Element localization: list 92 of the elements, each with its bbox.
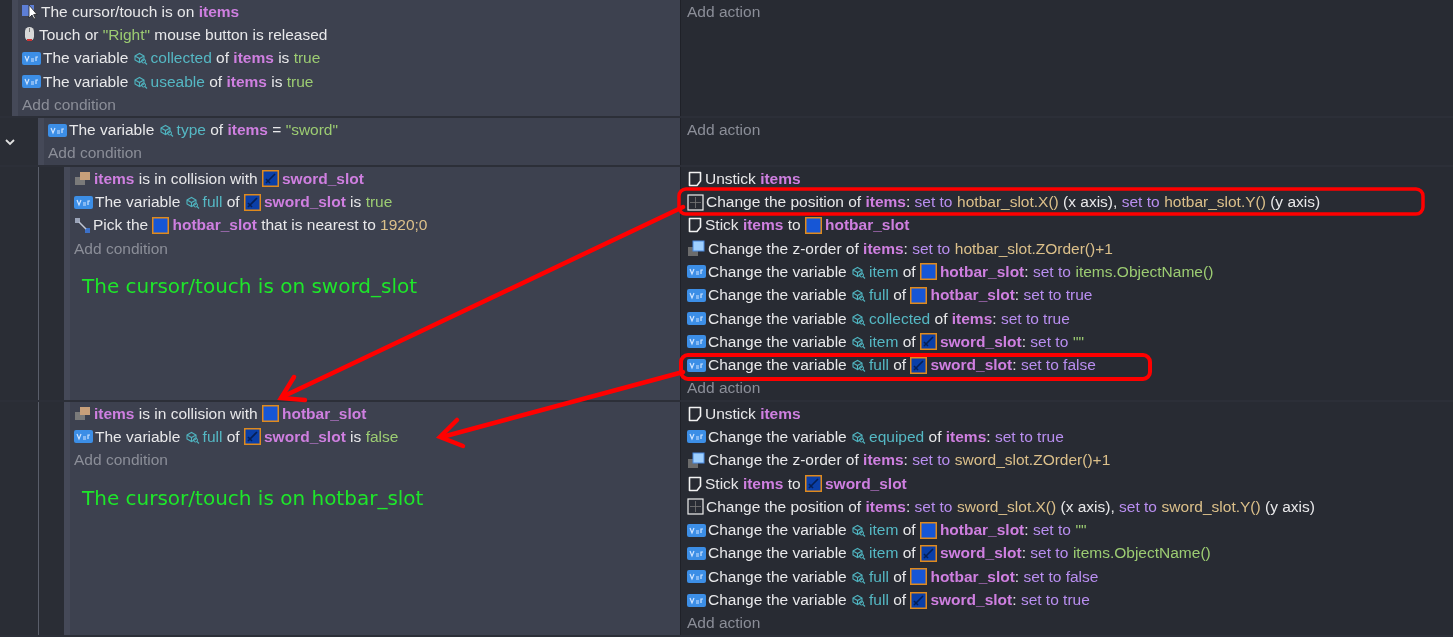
condition-row[interactable]: items is in collision with hotbar_slot: [74, 402, 680, 426]
slot-icon: [152, 216, 170, 234]
cursor-icon: [22, 3, 39, 21]
note-icon: [687, 170, 703, 187]
collision-icon: [74, 406, 92, 422]
action-row[interactable]: Stick items to hotbar_slot: [687, 213, 1453, 237]
sword-slot-icon: [910, 591, 928, 609]
note-icon: [687, 405, 703, 422]
link-icon: [74, 216, 91, 234]
slot-icon: [910, 286, 928, 304]
variable-scope-icon: [132, 52, 148, 66]
slot-icon: [919, 263, 937, 281]
action-row[interactable]: Change the variable full of sword_slot: set to false: [687, 353, 1453, 377]
condition-row[interactable]: The variable type of items = "sword": [48, 118, 680, 142]
annotation-text: The cursor/touch is on hotbar_slot: [82, 485, 425, 510]
action-row[interactable]: Change the variable item of sword_slot: set to "": [687, 330, 1453, 354]
crosshair-square-icon: [687, 498, 704, 516]
variable-icon: [74, 430, 93, 444]
action-row[interactable]: Unstick items: [687, 167, 1453, 191]
variable-scope-icon: [851, 335, 867, 349]
variable-scope-icon: [851, 359, 867, 373]
action-row[interactable]: Change the variable item of hotbar_slot: set to "": [687, 518, 1453, 542]
action-row[interactable]: Change the position of items: set to sword_slot.X() (x axis), set to sword_slot.Y() (y axis): [687, 495, 1453, 519]
variable-icon: [687, 358, 706, 372]
variable-icon: [687, 335, 706, 349]
variable-icon: [22, 51, 41, 65]
sword-slot-icon: [244, 428, 261, 446]
crosshair-square-icon: [687, 193, 704, 211]
slot-icon: [910, 568, 928, 586]
variable-icon: [22, 75, 41, 89]
variable-icon: [687, 570, 706, 584]
layers-icon: [687, 240, 706, 258]
action-row[interactable]: Change the z-order of items: set to sword_slot.ZOrder()+1: [687, 448, 1453, 472]
add-action-button[interactable]: Add action: [687, 0, 761, 24]
condition-row[interactable]: The cursor/touch is on items: [22, 0, 680, 24]
action-row[interactable]: Change the z-order of items: set to hotbar_slot.ZOrder()+1: [687, 236, 1453, 261]
condition-row[interactable]: items is in collision with sword_slot: [74, 167, 680, 191]
slot-icon: [262, 405, 279, 423]
sword-slot-icon: [919, 333, 937, 351]
variable-icon: [74, 195, 93, 209]
variable-scope-icon: [851, 547, 867, 561]
action-row[interactable]: Change the variable item of hotbar_slot: set to items.ObjectName(): [687, 260, 1453, 284]
condition-row[interactable]: The variable full of sword_slot is false: [74, 425, 680, 449]
action-row[interactable]: Change the variable full of hotbar_slot: set to false: [687, 565, 1453, 589]
action-row[interactable]: Change the position of items: set to hotbar_slot.X() (x axis), set to hotbar_slot.Y() (y axis): [687, 190, 1453, 214]
variable-scope-icon: [851, 594, 867, 608]
action-row[interactable]: Change the variable collected of items: set to true: [687, 306, 1453, 331]
variable-scope-icon: [851, 431, 867, 444]
condition-row[interactable]: The variable full of sword_slot is true: [74, 190, 680, 214]
note-icon: [687, 217, 703, 234]
sword-slot-icon: [910, 356, 928, 374]
slot-icon: [804, 216, 822, 234]
sword-slot-icon: [262, 170, 279, 188]
variable-scope-icon: [184, 431, 200, 444]
sword-slot-icon: [919, 544, 937, 562]
variable-icon: [48, 123, 67, 137]
variable-icon: [687, 312, 706, 325]
variable-icon: [687, 265, 706, 279]
action-row[interactable]: Change the variable item of sword_slot: set to items.ObjectName(): [687, 541, 1453, 566]
note-icon: [687, 475, 703, 492]
sword-slot-icon: [244, 193, 261, 211]
variable-scope-icon: [158, 124, 174, 138]
condition-row[interactable]: Pick the hotbar_slot that is nearest to 1920;0: [74, 213, 680, 237]
add-action-button[interactable]: Add action: [687, 611, 761, 635]
variable-scope-icon: [132, 75, 148, 89]
variable-scope-icon: [851, 265, 867, 279]
variable-icon: [687, 523, 706, 537]
slot-icon: [919, 521, 937, 539]
action-row[interactable]: Stick items to sword_slot: [687, 471, 1453, 496]
variable-scope-icon: [851, 312, 867, 326]
condition-row[interactable]: The variable collected of items is true: [22, 46, 680, 70]
add-action-button[interactable]: Add action: [687, 376, 761, 401]
variable-icon: [687, 546, 706, 560]
variable-icon: [687, 430, 706, 444]
variable-icon: [687, 593, 706, 607]
action-row[interactable]: Unstick items: [687, 402, 1453, 426]
add-action-button[interactable]: Add action: [687, 118, 761, 142]
layers-icon: [687, 451, 706, 469]
condition-row[interactable]: The variable useable of items is true: [22, 69, 680, 94]
variable-scope-icon: [851, 524, 867, 538]
variable-scope-icon: [851, 570, 867, 584]
action-row[interactable]: Change the variable full of hotbar_slot: set to true: [687, 283, 1453, 307]
annotation-text: The cursor/touch is on sword_slot: [82, 274, 419, 299]
mouse-icon: [22, 26, 37, 44]
variable-scope-icon: [851, 289, 867, 303]
sword-slot-icon: [804, 475, 822, 493]
variable-scope-icon: [184, 196, 200, 209]
action-row[interactable]: Change the variable full of sword_slot: set to true: [687, 588, 1453, 612]
condition-row[interactable]: Touch or "Right" mouse button is released: [22, 23, 680, 47]
collision-icon: [74, 171, 92, 187]
variable-icon: [687, 288, 706, 302]
action-row[interactable]: Change the variable equiped of items: set to true: [687, 425, 1453, 449]
